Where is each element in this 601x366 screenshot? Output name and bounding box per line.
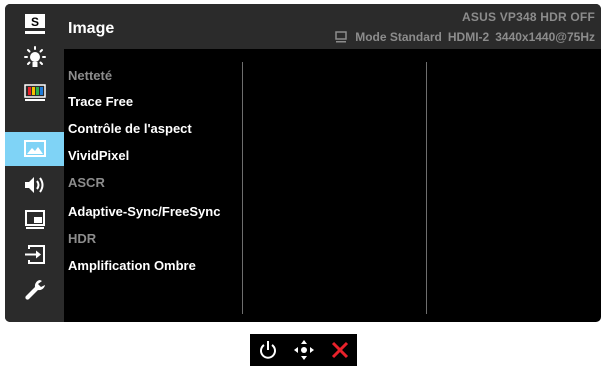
osd-menu: S Image ASUS VP348 HDR OFF Mode Standard…: [5, 4, 601, 322]
menu-item-vividpixel[interactable]: VividPixel: [68, 148, 129, 163]
sidebar-item-color[interactable]: [5, 75, 64, 109]
sidebar-item-pip[interactable]: [5, 203, 64, 237]
menu-item-adaptive-sync[interactable]: Adaptive-Sync/FreeSync: [68, 204, 220, 219]
sidebar-item-blue-light[interactable]: [5, 41, 64, 75]
page-title: Image: [68, 20, 115, 37]
key-guide: [250, 334, 357, 366]
monitor-icon: [335, 31, 347, 43]
blue-light-filter-icon: [23, 46, 46, 67]
menu-item-shadow-boost[interactable]: Amplification Ombre: [68, 258, 196, 273]
pip-pbp-icon: [24, 210, 45, 229]
menu-item-hdr: HDR: [68, 231, 97, 246]
status-line: Mode Standard HDMI-2 3440x1440@75Hz: [335, 30, 595, 44]
power-icon[interactable]: [257, 339, 279, 361]
image-icon: [23, 140, 46, 157]
menu-item-aspect-control[interactable]: Contrôle de l'aspect: [68, 121, 192, 136]
column-divider: [242, 62, 243, 314]
sidebar-item-system[interactable]: [5, 273, 64, 307]
color-icon: [23, 84, 46, 101]
mode-label: Mode Standard: [355, 30, 442, 44]
model-info: ASUS VP348 HDR OFF: [462, 10, 595, 24]
sidebar-item-image[interactable]: [5, 132, 64, 166]
sidebar-item-sound[interactable]: [5, 168, 64, 202]
sidebar-item-splendid[interactable]: S: [5, 7, 64, 41]
sidebar: S: [5, 4, 64, 322]
menu-item-ascr: ASCR: [68, 175, 105, 190]
resolution-label: 3440x1440@75Hz: [495, 30, 595, 44]
close-icon[interactable]: [330, 340, 350, 360]
splendid-icon: S: [24, 14, 45, 34]
mode-status: Mode Standard: [335, 30, 442, 44]
menu-item-trace-free[interactable]: Trace Free: [68, 94, 133, 109]
menu-item-sharpness: Netteté: [68, 68, 113, 83]
splendid-letter: S: [30, 15, 38, 29]
input-label: HDMI-2: [447, 30, 490, 44]
five-way-navigation-icon[interactable]: [292, 338, 316, 362]
sidebar-item-input[interactable]: [5, 238, 64, 272]
sound-icon: [24, 177, 43, 193]
input-select-icon: [24, 245, 45, 264]
column-divider: [426, 62, 427, 314]
system-setup-icon: [24, 280, 45, 300]
